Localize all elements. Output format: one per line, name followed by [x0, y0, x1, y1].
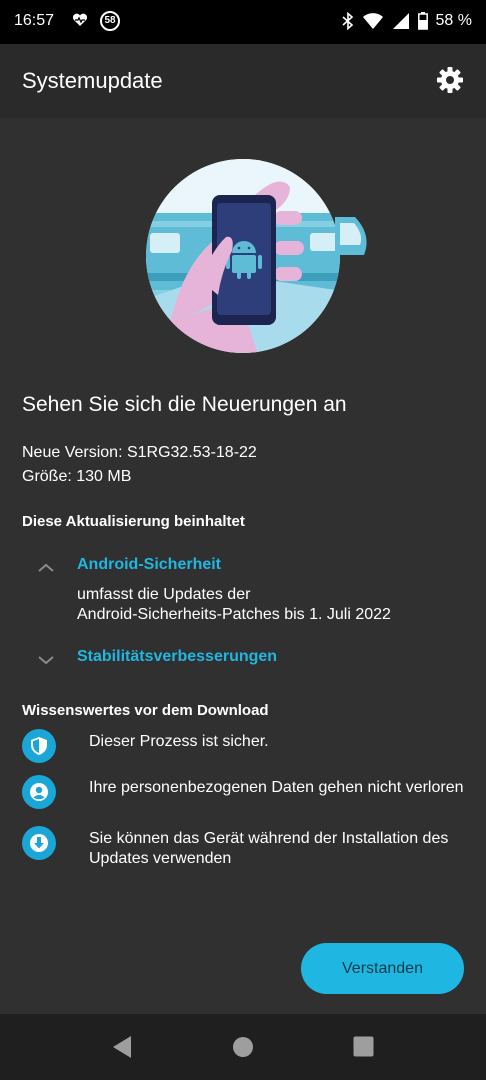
info-text: Dieser Prozess ist sicher.: [89, 733, 269, 750]
page-title: Systemupdate: [22, 68, 163, 93]
person-icon: [22, 775, 56, 809]
stability-improvements-label: Stabilitätsverbesserungen: [77, 648, 278, 665]
android-security-expander[interactable]: Android-Sicherheit: [36, 556, 456, 584]
notification-count-badge: 58: [100, 11, 120, 31]
description-line: Android-Sicherheits-Patches bis 1. Juli …: [77, 606, 391, 623]
update-size-text: Größe: 130 MB: [22, 468, 132, 485]
download-arrow-icon: [22, 826, 56, 860]
stability-improvements-expander[interactable]: Stabilitätsverbesserungen: [36, 648, 456, 676]
home-icon[interactable]: [232, 1036, 254, 1063]
clock: 16:57: [14, 12, 55, 29]
shield-icon: [22, 729, 56, 763]
android-security-description: umfasst die Updates der Android-Sicherhe…: [77, 585, 391, 625]
status-bar: 16:57 58 58 %: [0, 0, 486, 44]
back-icon[interactable]: [110, 1034, 134, 1065]
system-icons: 58 %: [341, 12, 472, 30]
heart-pulse-icon: [72, 13, 88, 30]
cell-signal-icon: [392, 12, 410, 30]
description-line: umfasst die Updates der: [77, 586, 251, 603]
download-info-heading: Wissenswertes vor dem Download: [22, 702, 269, 719]
battery-percent: 58 %: [435, 12, 472, 29]
battery-icon: [417, 12, 428, 30]
android-security-label: Android-Sicherheit: [77, 556, 222, 573]
update-illustration: [140, 155, 370, 360]
understood-button[interactable]: Verstanden: [301, 943, 464, 994]
update-headline: Sehen Sie sich die Neuerungen an: [22, 393, 347, 416]
recent-apps-icon[interactable]: [353, 1036, 374, 1062]
app-bar: Systemupdate: [0, 44, 486, 118]
update-contents-heading: Diese Aktualisierung beinhaltet: [22, 513, 245, 530]
new-version-text: Neue Version: S1RG32.53-18-22: [22, 444, 257, 461]
info-text: Sie können das Gerät während der Install…: [89, 830, 449, 867]
navigation-bar: [0, 1014, 486, 1080]
gear-icon[interactable]: [434, 64, 466, 96]
info-text: Ihre personenbezogenen Daten gehen nicht…: [89, 779, 464, 796]
bluetooth-icon: [341, 12, 354, 30]
wifi-icon: [362, 12, 384, 30]
